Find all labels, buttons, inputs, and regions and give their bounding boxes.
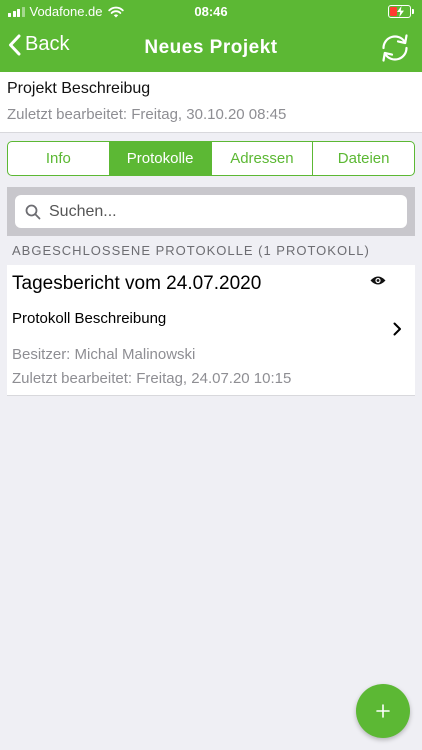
search-box[interactable] <box>15 195 407 228</box>
sync-button[interactable] <box>378 31 412 65</box>
protocol-title: Tagesbericht vom 24.07.2020 <box>12 273 262 294</box>
status-bar: Vodafone.de 08:46 <box>0 0 422 24</box>
tab-protokolle[interactable]: Protokolle <box>109 142 212 175</box>
eye-icon[interactable] <box>370 275 386 286</box>
battery-icon <box>388 5 414 18</box>
section-header: ABGESCHLOSSENE PROTOKOLLE (1 PROTOKOLL) <box>12 243 370 258</box>
add-button[interactable] <box>356 684 410 738</box>
plus-icon <box>376 704 390 718</box>
search-icon <box>25 204 41 219</box>
protocol-item[interactable]: Tagesbericht vom 24.07.2020 Protokoll Be… <box>7 265 415 396</box>
project-last-edited: Zuletzt bearbeitet: Freitag, 30.10.20 08… <box>7 106 287 123</box>
tab-adressen[interactable]: Adressen <box>212 142 314 175</box>
tab-bar: Info Protokolle Adressen Dateien <box>7 141 415 176</box>
header: Vodafone.de 08:46 Back Neues Projekt <box>0 0 422 72</box>
search-bar <box>7 187 415 236</box>
project-info: Projekt Beschreibug Zuletzt bearbeitet: … <box>0 72 422 133</box>
protocol-owner: Besitzer: Michal Malinowski <box>12 346 196 363</box>
protocol-description: Protokoll Beschreibung <box>12 310 167 327</box>
chevron-right-icon <box>393 322 401 336</box>
page-title: Neues Projekt <box>144 37 278 58</box>
project-name: Projekt Beschreibug <box>7 80 151 97</box>
search-input[interactable] <box>49 202 379 221</box>
tab-dateien[interactable]: Dateien <box>313 142 414 175</box>
protocol-last-edited: Zuletzt bearbeitet: Freitag, 24.07.20 10… <box>12 370 292 387</box>
status-time: 08:46 <box>194 4 228 19</box>
screen: Vodafone.de 08:46 Back Neues Projekt Pro… <box>0 0 422 750</box>
sync-icon <box>382 34 408 62</box>
tab-info[interactable]: Info <box>8 142 110 175</box>
nav-bar: Back Neues Projekt <box>0 24 422 72</box>
